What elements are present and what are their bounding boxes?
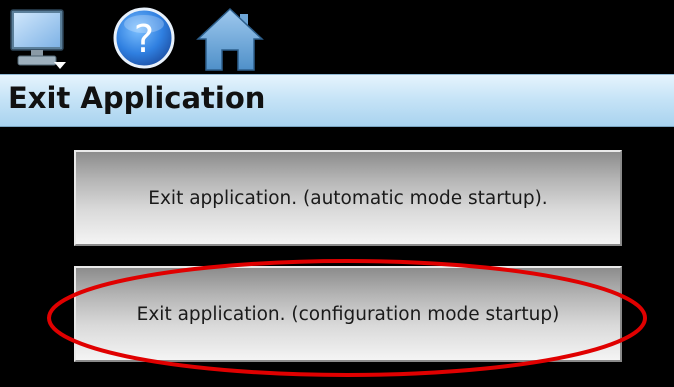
home-icon[interactable] (196, 6, 264, 72)
exit-automatic-mode-label: Exit application. (automatic mode startu… (148, 187, 548, 209)
title-bar: Exit Application (0, 74, 674, 127)
svg-text:?: ? (134, 17, 154, 61)
help-icon[interactable]: ? (112, 6, 176, 70)
screen: ? Exit Application Exit application. (au… (0, 0, 674, 387)
monitor-icon[interactable] (10, 6, 70, 70)
toolbar: ? (0, 0, 674, 74)
exit-automatic-mode-button[interactable]: Exit application. (automatic mode startu… (74, 150, 622, 246)
exit-configuration-mode-label: Exit application. (configuration mode st… (136, 303, 560, 325)
exit-configuration-mode-button[interactable]: Exit application. (configuration mode st… (74, 266, 622, 362)
page-title: Exit Application (8, 81, 266, 115)
